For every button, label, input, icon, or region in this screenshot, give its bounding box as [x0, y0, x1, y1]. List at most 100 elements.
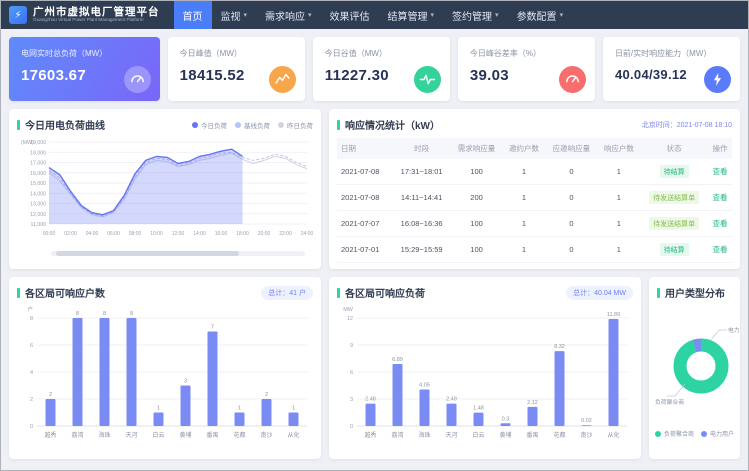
svg-text:16:00: 16:00	[215, 231, 228, 237]
bar[interactable]	[181, 386, 191, 427]
legend-item[interactable]: 负荷聚合商	[655, 429, 694, 438]
bar[interactable]	[582, 425, 592, 426]
bar[interactable]	[235, 413, 245, 427]
svg-text:南沙: 南沙	[580, 431, 592, 439]
load-curve-chart: 11,00012,00013,00014,00015,00016,00017,0…	[17, 136, 313, 244]
bar[interactable]	[289, 413, 299, 427]
svg-text:1.48: 1.48	[473, 406, 484, 412]
nav-item-2[interactable]: 需求响应▾	[256, 1, 321, 29]
stat-card-1: 今日峰值（MW）18415.52	[168, 37, 305, 101]
view-link[interactable]: 查看	[713, 219, 728, 228]
main-content: 电网实时总负荷（MW）17603.67今日峰值（MW）18415.52今日谷值（…	[1, 29, 748, 467]
response-stats-panel: 响应情况统计（kW） 北京时间：2021-07-08 18:10 日期时段需求响…	[329, 109, 740, 269]
bar[interactable]	[501, 423, 511, 426]
nav-item-label: 监视	[221, 8, 241, 23]
bar[interactable]	[393, 364, 403, 426]
nav-item-label: 需求响应	[265, 8, 305, 23]
nav-item-5[interactable]: 签约管理▾	[443, 1, 508, 29]
svg-text:户: 户	[27, 305, 33, 313]
svg-text:8: 8	[130, 311, 133, 317]
svg-text:06:00: 06:00	[107, 231, 120, 237]
svg-text:从化: 从化	[287, 431, 299, 439]
table-row: 2021-07-0817:31~18:01100101待结算查看	[337, 159, 732, 185]
svg-text:0.3: 0.3	[502, 416, 510, 422]
svg-text:8: 8	[103, 311, 106, 317]
table-cell: 1	[597, 211, 640, 237]
view-link[interactable]: 查看	[713, 167, 728, 176]
table-cell: 2021-07-08	[337, 159, 393, 185]
legend-item[interactable]: 今日负荷	[192, 120, 227, 130]
legend-item[interactable]: 基线负荷	[235, 120, 270, 130]
legend-label: 电力用户	[710, 429, 734, 438]
bar[interactable]	[208, 332, 218, 427]
stat-card-3: 今日峰谷差率（%）39.03	[458, 37, 595, 101]
load-curve-title: 今日用电负荷曲线	[25, 117, 105, 132]
svg-text:8: 8	[76, 311, 79, 317]
bar[interactable]	[555, 351, 565, 426]
svg-text:3: 3	[350, 397, 353, 403]
peak-icon	[269, 66, 296, 93]
svg-text:18:00: 18:00	[236, 231, 249, 237]
bar[interactable]	[100, 318, 110, 426]
svg-text:20:00: 20:00	[258, 231, 271, 237]
bar[interactable]	[366, 404, 376, 426]
table-cell: 17:31~18:01	[393, 159, 451, 185]
bar[interactable]	[447, 404, 457, 426]
svg-text:黄埔: 黄埔	[499, 431, 511, 439]
legend-label: 昨日负荷	[287, 120, 313, 130]
top-navbar: ⚡ 广州市虚拟电厂管理平台 Guangzhou Virtual Power Pl…	[1, 1, 748, 29]
stat-cards-row: 电网实时总负荷（MW）17603.67今日峰值（MW）18415.52今日谷值（…	[9, 37, 740, 101]
nav-item-0[interactable]: 首页	[174, 1, 212, 29]
legend-dot-icon	[235, 122, 241, 128]
legend-item[interactable]: 电力用户	[701, 429, 734, 438]
status-badge: 待发送结算单	[649, 191, 699, 204]
table-cell: 1	[503, 211, 546, 237]
legend-dot-icon	[655, 431, 661, 437]
bar[interactable]	[46, 399, 56, 426]
svg-text:4: 4	[30, 370, 33, 376]
legend-item[interactable]: 昨日负荷	[278, 120, 313, 130]
svg-text:荔湾: 荔湾	[71, 431, 83, 439]
user-type-legend: 负荷聚合商 电力用户	[653, 429, 736, 438]
chevron-down-icon: ▾	[308, 11, 312, 19]
app-logo-icon: ⚡	[9, 6, 27, 24]
nav-item-6[interactable]: 参数配置▾	[508, 1, 573, 29]
bar[interactable]	[73, 318, 83, 426]
pulse-icon	[414, 66, 441, 93]
svg-text:08:00: 08:00	[129, 231, 142, 237]
bar[interactable]	[127, 318, 137, 426]
bar[interactable]	[474, 413, 484, 426]
table-column-header: 时段	[393, 138, 451, 159]
user-type-panel: 用户类型分布 电力用户负荷聚合商 负荷聚合商电力用户	[649, 277, 740, 459]
status-badge: 待发送结算单	[649, 217, 699, 230]
bottom-row: 各区局可响应户数 总计：41 户 02468户2越秀8荔湾8海珠8天河1白云3黄…	[9, 277, 740, 459]
bar[interactable]	[262, 399, 272, 426]
nav-item-label: 效果评估	[330, 8, 370, 23]
load-curve-legend: 今日负荷基线负荷 昨日负荷	[192, 120, 313, 130]
chevron-down-icon: ▾	[495, 11, 499, 19]
bar[interactable]	[420, 390, 430, 426]
nav-item-4[interactable]: 结算管理▾	[379, 1, 444, 29]
table-cell: 2021-07-07	[337, 211, 393, 237]
nav-item-1[interactable]: 监视▾	[212, 1, 257, 29]
view-link[interactable]: 查看	[713, 245, 728, 254]
app-window: ⚡ 广州市虚拟电厂管理平台 Guangzhou Virtual Power Pl…	[0, 0, 749, 471]
svg-text:0: 0	[30, 424, 33, 430]
chart-scrollbar[interactable]	[51, 251, 305, 256]
bar[interactable]	[528, 407, 538, 426]
svg-text:16,000: 16,000	[30, 171, 46, 177]
panel-accent	[17, 120, 20, 130]
panel-accent	[337, 288, 340, 298]
stat-card-title: 日前/实时响应能力（MW）	[615, 48, 728, 59]
donut-slice[interactable]	[680, 345, 722, 387]
table-column-header: 日期	[337, 138, 393, 159]
panel-accent	[17, 288, 20, 298]
chart-scrollbar-handle[interactable]	[56, 251, 239, 256]
bar[interactable]	[154, 413, 164, 427]
table-cell: 1	[503, 237, 546, 263]
view-link[interactable]: 查看	[713, 193, 728, 202]
svg-text:10:00: 10:00	[150, 231, 163, 237]
bar[interactable]	[609, 319, 619, 426]
stat-card-title: 电网实时总负荷（MW）	[21, 48, 148, 59]
nav-item-3[interactable]: 效果评估	[321, 1, 379, 29]
